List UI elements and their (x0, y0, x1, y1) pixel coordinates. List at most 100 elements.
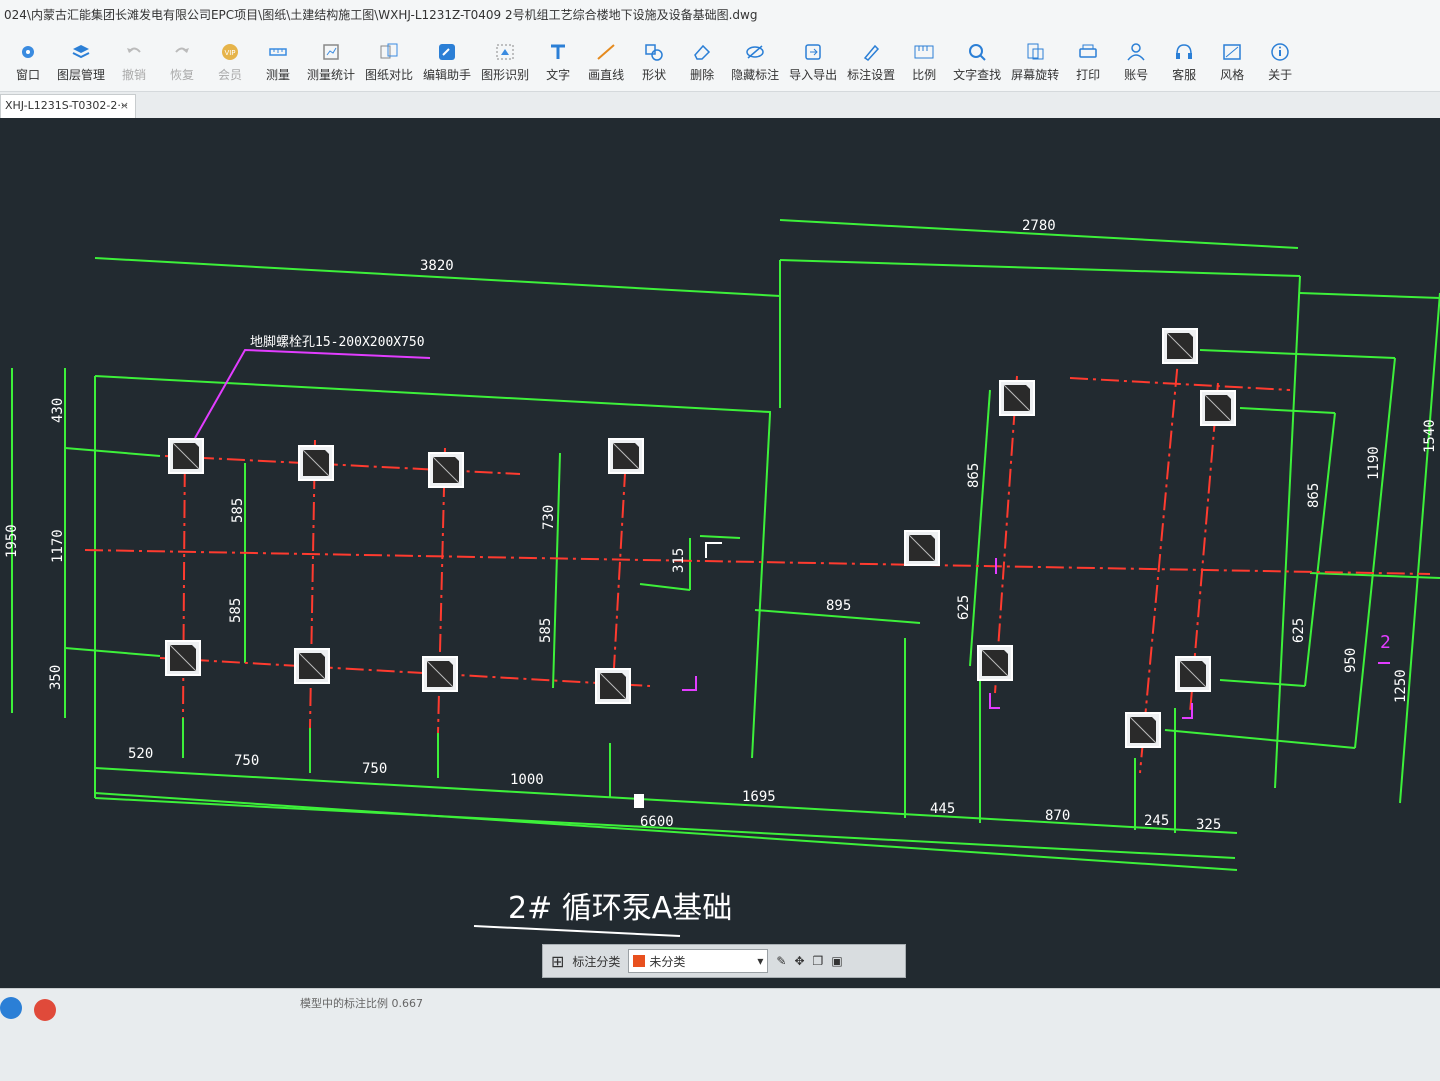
centerline-row-top (164, 455, 521, 475)
tool-undo[interactable]: 撤销 (112, 41, 156, 83)
tool-print[interactable]: 打印 (1066, 41, 1110, 83)
app-icon[interactable] (34, 999, 56, 1021)
category-color-swatch (633, 955, 646, 967)
dim-label: 1190 (1366, 446, 1382, 480)
undo-icon (122, 41, 146, 63)
tool-scale[interactable]: 比例 (902, 41, 946, 83)
grid-icon[interactable]: ⊞ (551, 952, 564, 971)
dim-ext-315b (639, 583, 691, 591)
tool-text-search[interactable]: 文字查找 (950, 41, 1004, 83)
tool-redo[interactable]: 恢复 (160, 41, 204, 83)
dim-label: 520 (128, 746, 153, 762)
copy-icon[interactable]: ❐ (813, 954, 824, 968)
tool-label: 测量统计 (307, 68, 356, 82)
layers-icon (69, 41, 93, 63)
main-toolbar: 窗口 图层管理 撤销 恢复 VIP 会员 测量 测量统计 图纸对比 编辑助手 图… (0, 30, 1440, 92)
tool-label: 窗口 (15, 68, 40, 82)
drawing-svg: 地脚螺栓孔15-200X200X750 3820 2780 1950 430 1… (4, 218, 1440, 937)
tool-hide-annotation[interactable]: 隐藏标注 (728, 41, 782, 83)
support-icon (1172, 41, 1196, 63)
tool-label: 文字 (546, 68, 571, 82)
tool-compare[interactable]: 图纸对比 (362, 41, 416, 83)
dim-ext-865b (1239, 407, 1336, 414)
tool-annotation-settings[interactable]: 标注设置 (844, 41, 898, 83)
tool-measure[interactable]: 测量 (256, 41, 300, 83)
scale-icon (912, 41, 936, 63)
hand-cursor-icon (634, 794, 644, 808)
tool-shape[interactable]: 形状 (632, 41, 676, 83)
anchor-bolt (1175, 656, 1211, 692)
tool-vip[interactable]: VIP 会员 (208, 41, 252, 83)
annotation-toolbar: ⊞ 标注分类 未分类 ▾ ✎ ✥ ❐ ▣ (542, 944, 906, 978)
edit-icon[interactable]: ✎ (776, 954, 786, 968)
shape-recognize-icon (493, 41, 517, 63)
tool-label: 画直线 (588, 68, 625, 82)
title-underline (473, 925, 681, 937)
status-text: 模型中的标注比例 0.667 (300, 997, 423, 1010)
centerline-col-6 (1139, 337, 1181, 774)
section-markers (682, 558, 1390, 719)
dim-label: 2780 (1022, 218, 1056, 234)
tool-label: 关于 (1268, 68, 1293, 82)
tool-account[interactable]: 账号 (1114, 41, 1158, 83)
account-icon (1124, 41, 1148, 63)
tool-text[interactable]: 文字 (536, 41, 580, 83)
dim-label: 895 (826, 598, 851, 614)
tool-style[interactable]: 风格 (1210, 41, 1254, 83)
tool-rotate-screen[interactable]: 屏幕旋转 (1008, 41, 1062, 83)
dim-label: 870 (1045, 808, 1070, 824)
measure-stats-icon (319, 41, 343, 63)
dim-label: 6600 (640, 814, 674, 830)
tool-label: 风格 (1220, 68, 1245, 82)
paste-icon[interactable]: ▣ (831, 954, 842, 968)
tool-label: 恢复 (170, 68, 195, 82)
tool-label: 比例 (912, 68, 937, 82)
style-icon (1220, 41, 1244, 63)
tool-label: 打印 (1076, 68, 1101, 82)
tool-line[interactable]: 画直线 (584, 41, 628, 83)
window-title: 024\内蒙古汇能集团长滩发电有限公司EPC项目\图纸\土建结构施工图\WXHJ… (0, 0, 1440, 30)
move-icon[interactable]: ✥ (794, 954, 804, 968)
dim-label: 730 (541, 505, 557, 530)
tool-window[interactable]: 窗口 (6, 41, 50, 83)
tool-measure-stats[interactable]: 测量统计 (304, 41, 358, 83)
tool-layers[interactable]: 图层管理 (54, 41, 108, 83)
tool-edit-assistant[interactable]: 编辑助手 (420, 41, 474, 83)
tool-label: 撤销 (122, 68, 147, 82)
anchor-bolt (999, 380, 1035, 416)
tool-import-export[interactable]: 导入导出 (786, 41, 840, 83)
tool-support[interactable]: 客服 (1162, 41, 1206, 83)
dim-label: 1000 (510, 772, 544, 788)
dim-label: 585 (228, 598, 244, 623)
tool-label: 删除 (690, 68, 715, 82)
outline-top-right (779, 259, 1301, 277)
tool-label: 会员 (218, 68, 243, 82)
close-icon[interactable]: × (120, 95, 129, 117)
annotation-category-select[interactable]: 未分类 ▾ (628, 949, 769, 973)
outline-top-left (94, 375, 771, 414)
bolt-note: 地脚螺栓孔15-200X200X750 (194, 334, 431, 439)
dim-ext-left-1 (64, 447, 161, 457)
svg-text:VIP: VIP (224, 49, 235, 57)
tool-label: 客服 (1172, 68, 1197, 82)
green-outline (11, 219, 1440, 871)
dim-label: 585 (230, 498, 246, 523)
tool-label: 账号 (1124, 68, 1149, 82)
dimension-labels: 3820 2780 1950 430 1170 350 585 585 730 … (4, 218, 1438, 833)
drawing-title: 2# 循环泵A基础 (508, 891, 732, 926)
tool-label: 屏幕旋转 (1011, 68, 1060, 82)
centerline-right-top (1069, 377, 1291, 391)
app-icon[interactable] (0, 997, 22, 1019)
tool-about[interactable]: 关于 (1258, 41, 1302, 83)
dim-label: 625 (956, 595, 972, 620)
anchor-bolts (165, 328, 1236, 748)
tool-delete[interactable]: 删除 (680, 41, 724, 83)
tool-label: 文字查找 (953, 68, 1002, 82)
drawing-canvas[interactable]: 地脚螺栓孔15-200X200X750 3820 2780 1950 430 1… (0, 118, 1440, 988)
print-icon (1076, 41, 1100, 63)
dim-label: 865 (966, 463, 982, 488)
bolt-note-text: 地脚螺栓孔15-200X200X750 (250, 334, 425, 350)
measure-icon (266, 41, 290, 63)
tool-shape-recognize[interactable]: 图形识别 (478, 41, 532, 83)
document-tab[interactable]: XHJ-L1231S-T0302-2··· × (0, 94, 136, 118)
